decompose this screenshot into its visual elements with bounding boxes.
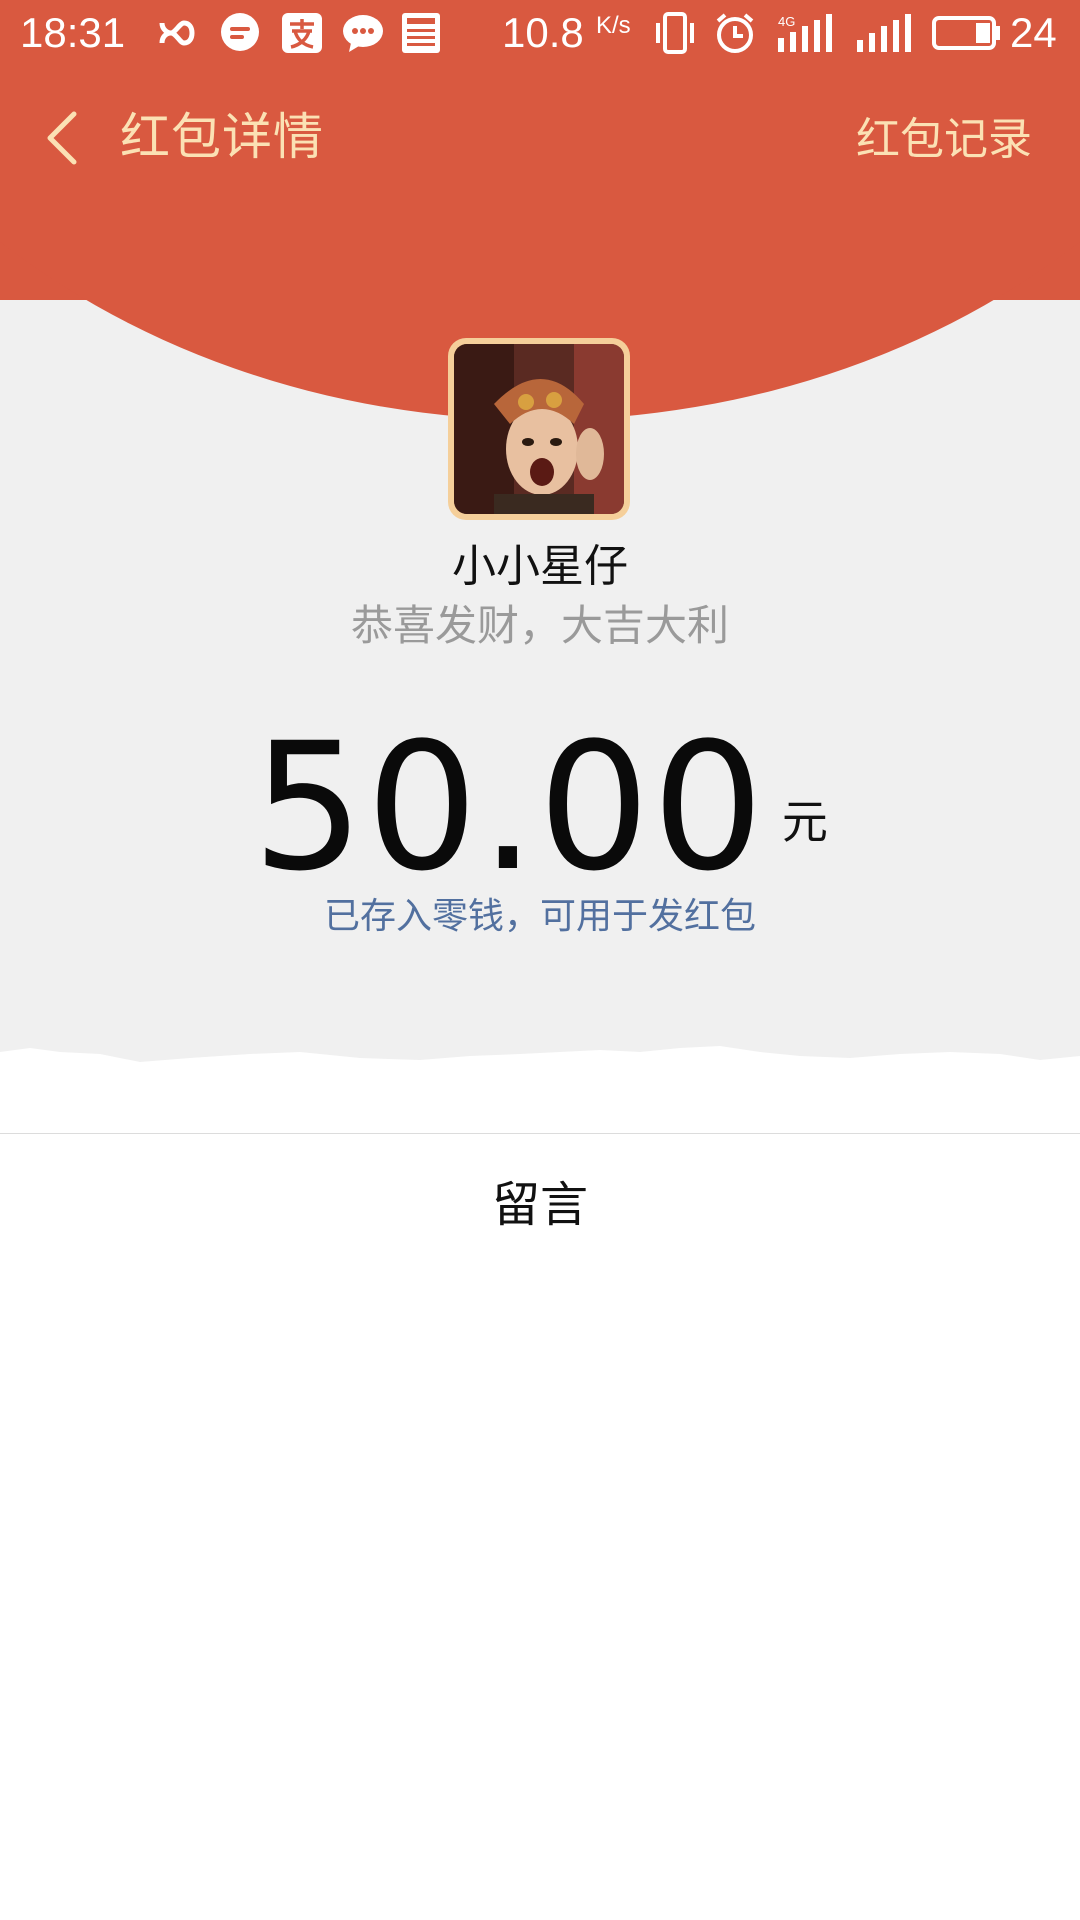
avatar[interactable] <box>448 338 630 520</box>
message-area <box>0 1118 1080 1920</box>
sender-name: 小小星仔 <box>452 541 628 592</box>
message-section-title: 留言 <box>491 1177 588 1233</box>
signal-icon <box>857 14 911 52</box>
red-packet-detail-screen: 18:31 10.8 K/s 4G 24 红包详情 红包记录 小小星仔 恭喜发财… <box>0 0 1080 1920</box>
page-title: 红包详情 <box>120 108 324 166</box>
net-speed-unit: K/s <box>596 12 631 39</box>
wechat-icon <box>343 15 383 52</box>
avatar-photo <box>454 344 624 514</box>
greeting-text: 恭喜发财，大吉大利 <box>350 601 729 650</box>
back-arrow-icon[interactable] <box>30 100 90 176</box>
divider <box>0 1133 1080 1134</box>
alipay-icon <box>282 13 322 53</box>
alarm-icon <box>716 13 754 53</box>
battery-level: 24 <box>1010 9 1057 56</box>
signal-4g-icon: 4G <box>778 14 832 52</box>
amount-unit: 元 <box>781 795 828 849</box>
red-packet-records-link[interactable]: 红包记录 <box>856 112 1032 168</box>
vibrate-icon <box>656 12 694 54</box>
battery-icon <box>932 16 1000 50</box>
status-time: 18:31 <box>20 9 126 56</box>
amount: 50.00 元 <box>0 718 1080 898</box>
news-icon <box>402 13 440 53</box>
chat-bubble-icon <box>221 13 259 51</box>
infinity-icon <box>159 20 195 46</box>
balance-link[interactable]: 已存入零钱，可用于发红包 <box>0 892 1080 942</box>
net-speed: 10.8 <box>502 9 584 56</box>
svg-text:4G: 4G <box>778 14 795 29</box>
amount-value: 50.00 <box>252 705 766 910</box>
status-bar: 18:31 10.8 K/s 4G 24 <box>0 0 1080 66</box>
torn-paper-edge <box>0 1046 1080 1130</box>
